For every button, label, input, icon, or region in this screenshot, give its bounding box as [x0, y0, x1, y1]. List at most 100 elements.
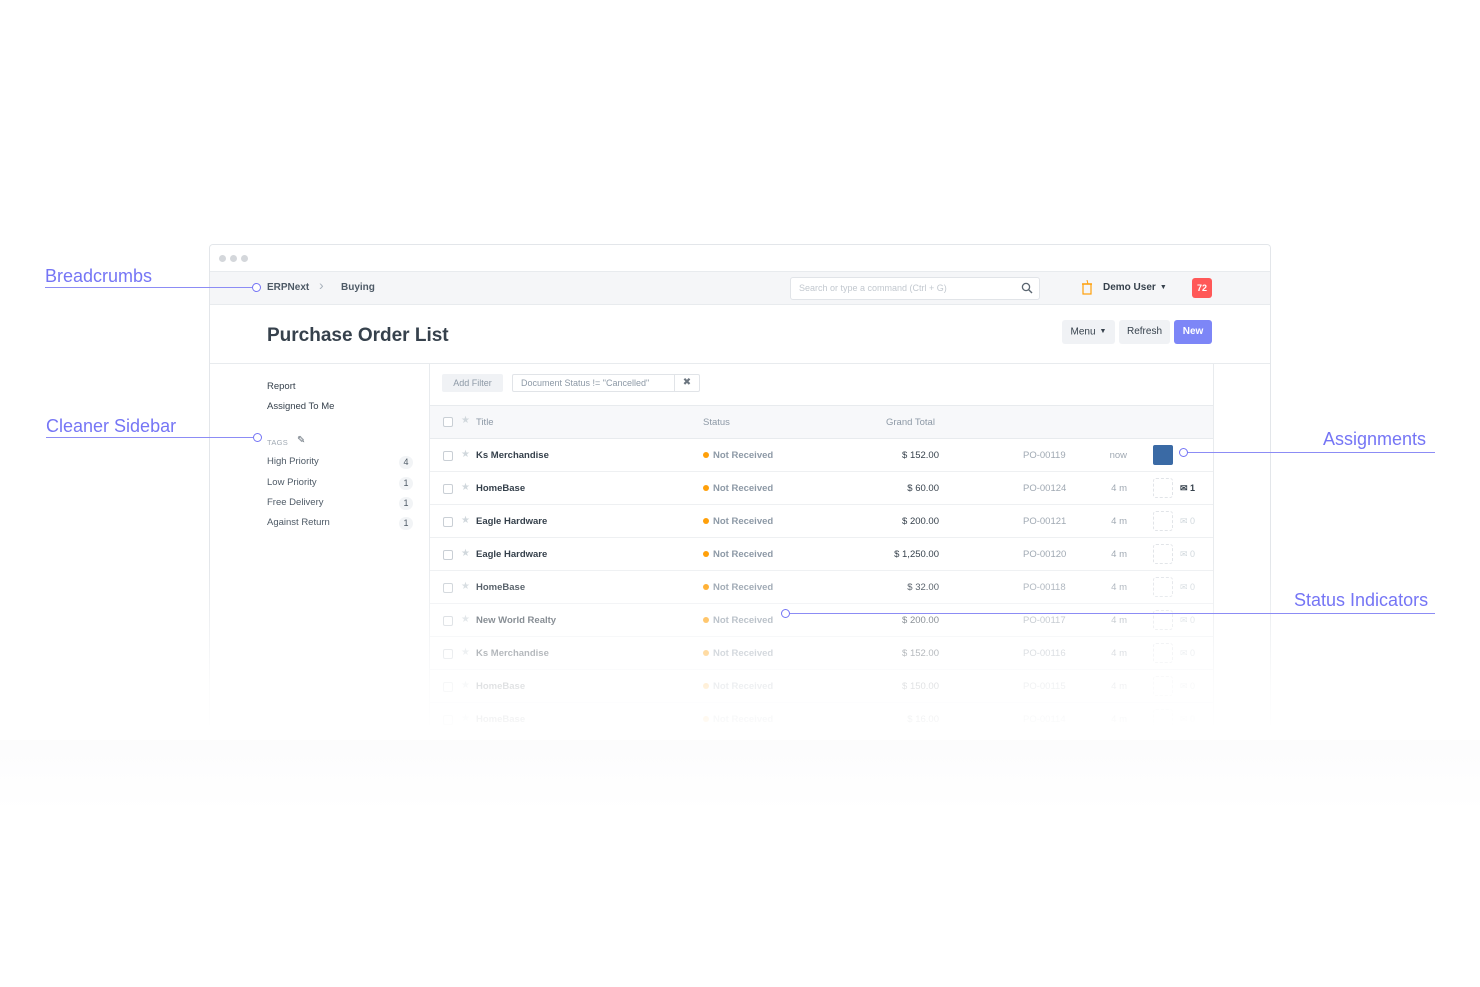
comment-icon: ✉: [1180, 681, 1191, 691]
row-title[interactable]: HomeBase: [476, 483, 525, 494]
tag-free-delivery[interactable]: Free Delivery: [267, 497, 324, 508]
remove-filter-icon[interactable]: ✖: [674, 375, 699, 391]
star-icon[interactable]: ★: [461, 581, 470, 592]
row-title[interactable]: Ks Merchandise: [476, 648, 549, 659]
row-title[interactable]: HomeBase: [476, 714, 525, 725]
status-indicator: Not Received: [703, 615, 773, 626]
status-label: Not Received: [713, 582, 774, 593]
table-row[interactable]: ★ HomeBase Not Received $ 150.00 PO-00115 4 m…: [430, 670, 1213, 703]
assign-placeholder[interactable]: [1153, 478, 1173, 498]
row-title[interactable]: Eagle Hardware: [476, 516, 547, 527]
tag-against-return[interactable]: Against Return: [267, 517, 330, 528]
notification-badge[interactable]: 72: [1192, 278, 1212, 298]
app-window: ERPNext › Buying Search or type a comman…: [209, 244, 1271, 725]
column-title[interactable]: Title: [476, 417, 494, 428]
star-icon[interactable]: ★: [461, 680, 470, 691]
assign-placeholder[interactable]: [1153, 511, 1173, 531]
tag-low-priority[interactable]: Low Priority: [267, 477, 317, 488]
status-dot: [703, 683, 709, 690]
cup-icon[interactable]: [1082, 280, 1092, 295]
modified-time: 4 m: [1111, 714, 1127, 725]
star-icon[interactable]: ★: [461, 647, 470, 658]
annotation-line: [1187, 452, 1435, 453]
comment-count-value: 0: [1190, 714, 1196, 724]
breadcrumb-buying[interactable]: Buying: [341, 282, 375, 293]
status-dot: [703, 584, 709, 591]
table-row[interactable]: ★ HomeBase Not Received $ 60.00 PO-00124 4 m ✉…: [430, 472, 1213, 505]
modified-time: 4 m: [1111, 549, 1127, 560]
table-row[interactable]: ★ HomeBase Not Received $ 16.00 PO-00114 4 m ✉…: [430, 703, 1213, 725]
star-icon[interactable]: ★: [461, 614, 470, 625]
row-checkbox[interactable]: [443, 715, 453, 725]
search-placeholder: Search or type a command (Ctrl + G): [799, 283, 947, 293]
table-row[interactable]: ★ Eagle Hardware Not Received $ 1,250.00 PO-…: [430, 538, 1213, 571]
annotation-breadcrumbs: Breadcrumbs: [45, 266, 153, 286]
row-checkbox[interactable]: [443, 484, 453, 494]
assign-placeholder[interactable]: [1153, 676, 1173, 696]
table-row[interactable]: ★ Eagle Hardware Not Received $ 200.00 PO-00…: [430, 505, 1213, 538]
row-checkbox[interactable]: [443, 517, 453, 527]
row-checkbox[interactable]: [443, 616, 453, 626]
sidebar-item-report[interactable]: Report: [267, 381, 296, 392]
status-dot: [703, 650, 709, 657]
column-status[interactable]: Status: [703, 417, 730, 428]
window-titlebar: [210, 245, 1270, 272]
annotation-dot: [252, 283, 261, 292]
grand-total: $ 32.00: [907, 582, 939, 593]
row-checkbox[interactable]: [443, 583, 453, 593]
user-menu[interactable]: Demo User ▼: [1103, 282, 1167, 293]
breadcrumb-erpnext[interactable]: ERPNext: [267, 282, 309, 293]
table-row[interactable]: ★ HomeBase Not Received $ 32.00 PO-00118 4 m ✉…: [430, 571, 1213, 604]
row-title[interactable]: Ks Merchandise: [476, 450, 549, 461]
po-number: PO-00115: [1023, 681, 1066, 692]
filter-bar: Add Filter Document Status != "Cancelled…: [430, 363, 1213, 406]
add-filter-button[interactable]: Add Filter: [442, 374, 503, 392]
row-title[interactable]: New World Realty: [476, 615, 556, 626]
table-row[interactable]: ★ New World Realty Not Received $ 200.00 PO-…: [430, 604, 1213, 637]
comment-icon: ✉: [1180, 483, 1191, 493]
row-checkbox[interactable]: [443, 550, 453, 560]
menu-button[interactable]: Menu ▼: [1062, 320, 1115, 344]
assign-placeholder[interactable]: [1153, 544, 1173, 564]
status-dot: [703, 617, 709, 624]
star-icon[interactable]: ★: [461, 713, 470, 724]
table-row[interactable]: ★ Ks Merchandise Not Received $ 152.00 PO-00…: [430, 637, 1213, 670]
row-checkbox[interactable]: [443, 682, 453, 692]
refresh-button[interactable]: Refresh: [1119, 320, 1170, 344]
row-title[interactable]: Eagle Hardware: [476, 549, 547, 560]
star-icon[interactable]: ★: [461, 449, 470, 460]
filter-chip[interactable]: Document Status != "Cancelled" ✖: [512, 374, 700, 392]
annotation-line: [45, 287, 252, 288]
row-checkbox[interactable]: [443, 451, 453, 461]
search-icon: [1021, 282, 1033, 294]
comment-count-value: 0: [1190, 648, 1196, 658]
status-dot: [703, 551, 709, 558]
assignee-avatar[interactable]: [1153, 445, 1173, 465]
star-icon[interactable]: ★: [461, 548, 470, 559]
grand-total: $ 152.00: [902, 450, 939, 461]
pencil-icon[interactable]: ✎: [297, 435, 305, 446]
star-icon[interactable]: ★: [461, 482, 470, 493]
star-icon[interactable]: ★: [461, 415, 470, 426]
status-indicator: Not Received: [703, 549, 773, 560]
select-all-checkbox[interactable]: [443, 417, 453, 427]
new-button[interactable]: New: [1174, 320, 1212, 344]
row-title[interactable]: HomeBase: [476, 681, 525, 692]
sidebar-item-assigned-to-me[interactable]: Assigned To Me: [267, 401, 334, 412]
assign-placeholder[interactable]: [1153, 643, 1173, 663]
comment-count-value: 1: [1190, 483, 1196, 493]
column-grand-total[interactable]: Grand Total: [886, 417, 935, 428]
grand-total: $ 60.00: [907, 483, 939, 494]
assign-placeholder[interactable]: [1153, 709, 1173, 725]
assign-placeholder[interactable]: [1153, 577, 1173, 597]
row-title[interactable]: HomeBase: [476, 582, 525, 593]
star-icon[interactable]: ★: [461, 515, 470, 526]
status-indicator: Not Received: [703, 681, 773, 692]
navbar: ERPNext › Buying Search or type a comman…: [210, 272, 1270, 305]
tag-high-priority[interactable]: High Priority: [267, 456, 319, 467]
menu-label: Menu: [1070, 326, 1096, 338]
table-row[interactable]: ★ Ks Merchandise Not Received $ 152.00 PO-00…: [430, 439, 1213, 472]
row-checkbox[interactable]: [443, 649, 453, 659]
search-input[interactable]: Search or type a command (Ctrl + G): [790, 277, 1040, 300]
tag-count: 1: [399, 497, 413, 510]
